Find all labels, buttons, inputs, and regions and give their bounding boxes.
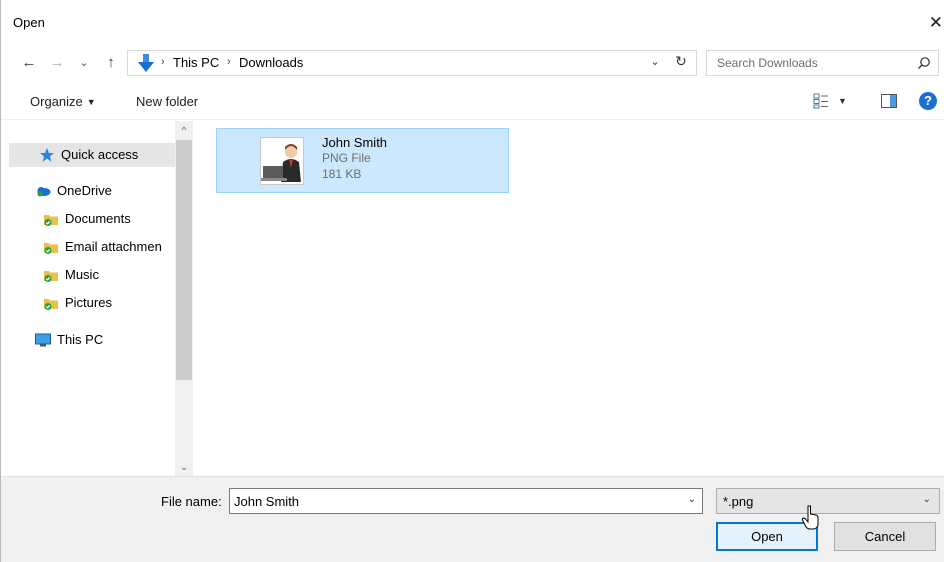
file-size: 181 KB: [322, 167, 362, 181]
up-button[interactable]: ↑: [102, 48, 120, 78]
file-name-combobox[interactable]: ⌄: [229, 488, 703, 514]
open-dialog: Open ✕ ← → ⌄ ↑ › This PC › Downloads ⌄ ↻: [0, 0, 944, 562]
monitor-icon: [35, 333, 51, 347]
file-item-john-smith[interactable]: John Smith PNG File 181 KB: [216, 128, 509, 193]
refresh-button[interactable]: ↻: [672, 53, 690, 70]
sidebar-item-label: Music: [65, 267, 99, 282]
title-bar: Open ✕: [1, 0, 944, 44]
back-button[interactable]: ←: [19, 48, 39, 78]
sidebar-item-quick-access[interactable]: Quick access: [9, 143, 175, 167]
help-button[interactable]: ?: [919, 92, 937, 110]
sidebar-item-email-attachments[interactable]: Email attachmen: [43, 236, 175, 258]
synced-folder-icon: [44, 299, 58, 310]
file-name-input[interactable]: [230, 489, 680, 513]
view-details-icon[interactable]: [813, 93, 829, 109]
breadcrumb-separator: ›: [161, 56, 165, 68]
navigation-bar: ← → ⌄ ↑ › This PC › Downloads ⌄ ↻: [1, 48, 944, 78]
search-box[interactable]: [706, 50, 939, 76]
scroll-thumb[interactable]: [176, 140, 192, 380]
sidebar-item-label: Pictures: [65, 295, 112, 310]
file-name: John Smith: [322, 135, 388, 150]
synced-folder-icon: [44, 215, 58, 226]
sidebar-item-label: This PC: [57, 332, 104, 347]
search-input[interactable]: [707, 51, 907, 75]
sidebar-item-label: Documents: [65, 211, 131, 226]
chevron-down-icon[interactable]: ⌄: [688, 494, 696, 505]
cloud-icon: [37, 187, 51, 197]
file-name-label: File name:: [161, 494, 222, 509]
sidebar-item-pictures[interactable]: Pictures: [43, 292, 175, 314]
sidebar-item-onedrive[interactable]: OneDrive: [35, 180, 175, 202]
star-icon: [40, 148, 54, 162]
chevron-down-icon: ⌄: [922, 494, 931, 505]
new-folder-button[interactable]: New folder: [136, 94, 198, 109]
file-type-select[interactable]: *.png ⌄: [716, 488, 940, 514]
file-list: John Smith PNG File 181 KB: [193, 121, 944, 476]
search-icon[interactable]: [917, 56, 931, 70]
window-title: Open: [13, 15, 45, 30]
chevron-down-icon: ▼: [86, 97, 96, 107]
address-history-dropdown[interactable]: ⌄: [648, 55, 662, 68]
downloads-arrow-icon: [138, 54, 154, 72]
organize-button[interactable]: Organize ▼: [30, 94, 96, 109]
synced-folder-icon: [44, 271, 58, 282]
sidebar-item-documents[interactable]: Documents: [43, 208, 175, 230]
recent-locations-button[interactable]: ⌄: [76, 48, 92, 78]
scroll-up-arrow[interactable]: ^: [175, 121, 193, 139]
sidebar-item-music[interactable]: Music: [43, 264, 175, 286]
navigation-pane-scrollbar[interactable]: ^ ⌄: [175, 121, 193, 476]
file-type: PNG File: [322, 151, 371, 165]
address-bar[interactable]: › This PC › Downloads ⌄ ↻: [127, 50, 697, 76]
breadcrumb-downloads[interactable]: Downloads: [239, 55, 303, 70]
sidebar-item-label: Email attachmen: [65, 239, 162, 254]
sidebar-item-this-pc[interactable]: This PC: [35, 329, 175, 351]
scroll-down-arrow[interactable]: ⌄: [175, 458, 193, 476]
preview-pane-icon[interactable]: [881, 94, 897, 108]
breadcrumb-this-pc[interactable]: This PC: [173, 55, 219, 70]
view-options-dropdown[interactable]: ▼: [838, 96, 847, 106]
sidebar-item-label: Quick access: [61, 147, 139, 162]
organize-label: Organize: [30, 94, 83, 109]
synced-folder-icon: [44, 243, 58, 254]
navigation-pane: Quick access OneDrive Documents Email at…: [9, 121, 193, 476]
command-bar: Organize ▼ New folder ▼ ?: [1, 84, 944, 120]
file-type-value: *.png: [723, 494, 754, 509]
sidebar-item-label: OneDrive: [57, 183, 112, 198]
cancel-button[interactable]: Cancel: [834, 522, 936, 551]
breadcrumb-separator: ›: [227, 56, 231, 68]
forward-button[interactable]: →: [47, 48, 67, 78]
image-thumbnail-icon: [260, 137, 304, 185]
close-button[interactable]: ✕: [925, 8, 944, 38]
mouse-cursor-icon: [801, 505, 819, 530]
